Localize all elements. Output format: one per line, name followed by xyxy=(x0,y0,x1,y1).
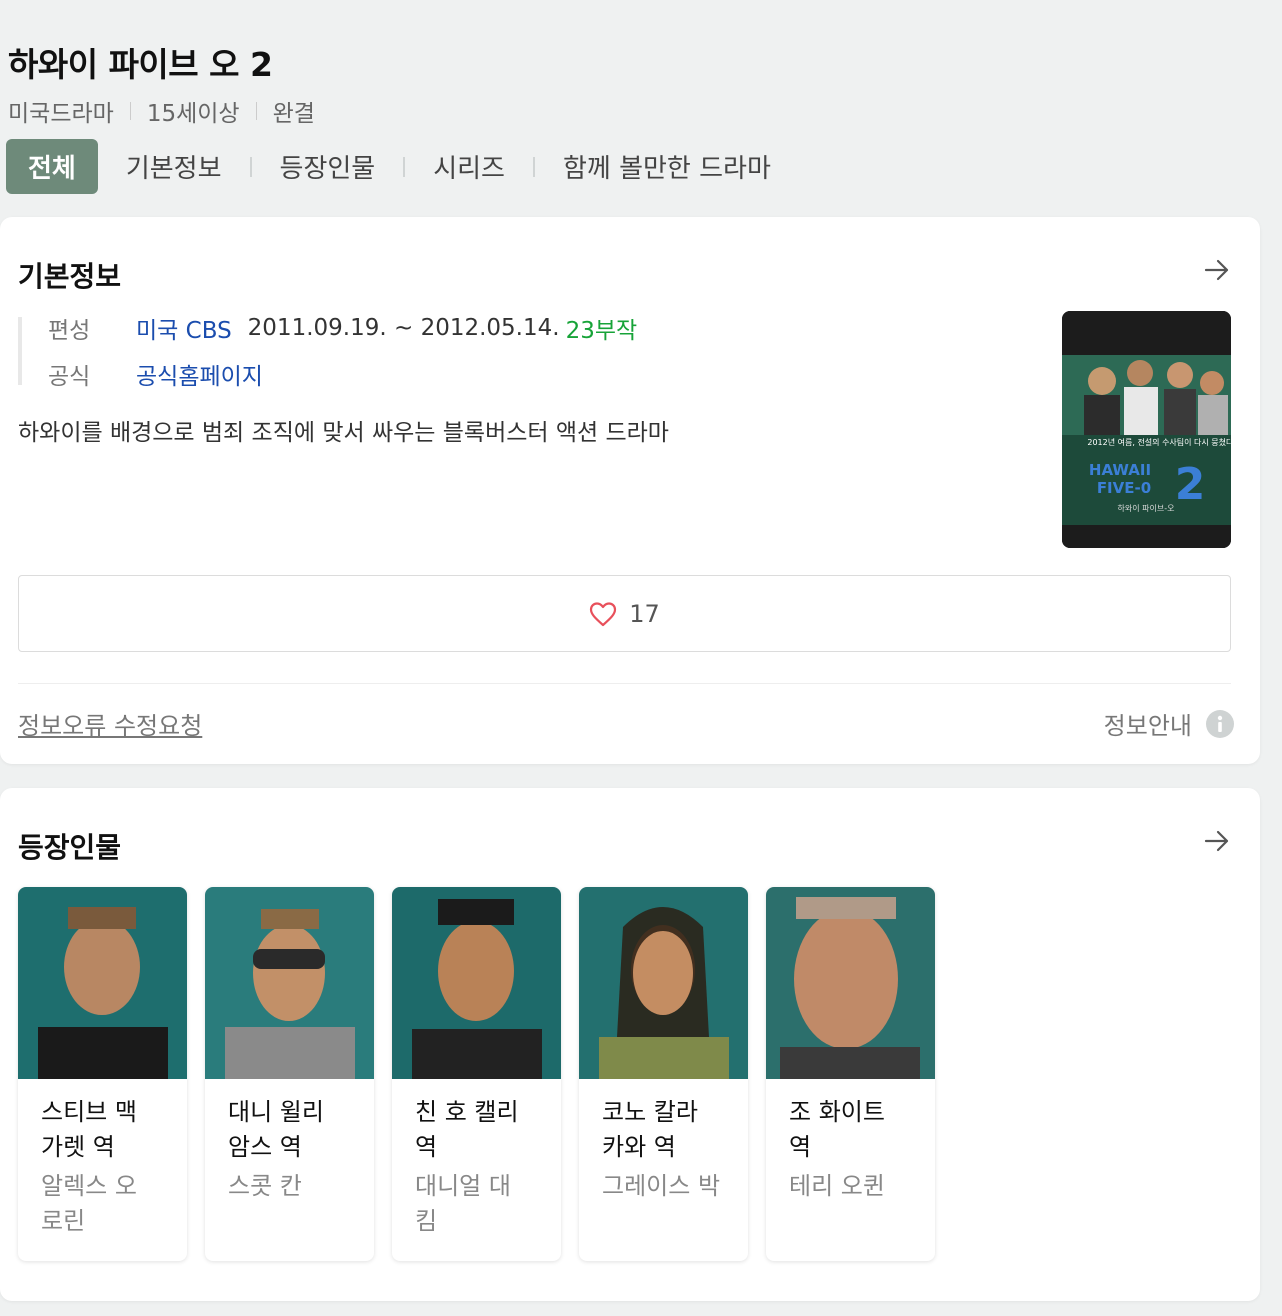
actor-name: 테리 오퀸 xyxy=(789,1172,885,1200)
info-guide-label: 정보안내 xyxy=(1103,712,1192,740)
actor-name: 스콧 칸 xyxy=(228,1172,302,1200)
cast-card: 등장인물 스티브 맥 가렛 역 알렉스 오 로린 대니 윌리 암스 역 스콧 칸… xyxy=(0,788,1260,1301)
basic-info-title: 기본정보 xyxy=(18,260,122,293)
cast-photo xyxy=(392,887,561,1079)
actor-name: 그레이스 박 xyxy=(602,1172,721,1200)
cast-photo xyxy=(18,887,187,1079)
cast-member-card[interactable]: 친 호 캘리 역 대니얼 대 킴 xyxy=(392,887,561,1261)
info-icon xyxy=(1206,709,1234,738)
official-row: 공식 공식홈페이지 xyxy=(48,351,637,397)
role-name: 대니 윌리 암스 역 xyxy=(228,1098,324,1161)
broadcast-row: 편성 미국 CBS 2011.09.19. ~ 2012.05.14. 23부작 xyxy=(48,305,637,351)
tab-bar: 전체 기본정보 등장인물 시리즈 함께 볼만한 드라마 xyxy=(6,139,799,194)
meta-divider xyxy=(255,102,257,120)
arrow-right-icon[interactable] xyxy=(1202,826,1232,856)
actor-name: 알렉스 오 로린 xyxy=(41,1172,137,1235)
cast-member-card[interactable]: 대니 윌리 암스 역 스콧 칸 xyxy=(205,887,374,1261)
cast-member-card[interactable]: 코노 칼라 카와 역 그레이스 박 xyxy=(579,887,748,1261)
arrow-right-icon[interactable] xyxy=(1202,255,1232,285)
cast-member-card[interactable]: 스티브 맥 가렛 역 알렉스 오 로린 xyxy=(18,887,187,1261)
poster-image[interactable]: 2012년 여름, 전설의 수사팀이 다시 뭉쳤다! HAWAII FIVE-0… xyxy=(1062,311,1231,548)
actor-name: 대니얼 대 킴 xyxy=(415,1172,511,1235)
poster-logo-five-o: FIVE-0 xyxy=(1097,479,1151,497)
divider xyxy=(18,683,1231,684)
cast-photo xyxy=(579,887,748,1079)
cast-list: 스티브 맥 가렛 역 알렉스 오 로린 대니 윌리 암스 역 스콧 칸 친 호 … xyxy=(18,887,953,1261)
poster-logo-hawaii: HAWAII xyxy=(1089,461,1151,479)
official-label: 공식 xyxy=(48,364,91,390)
role-name: 코노 칼라 카와 역 xyxy=(602,1098,698,1161)
info-guide-link[interactable]: 정보안내 xyxy=(1104,706,1234,741)
description: 하와이를 배경으로 범죄 조직에 맞서 싸우는 블록버스터 액션 드라마 xyxy=(18,420,669,446)
meta-genre: 미국드라마 xyxy=(8,101,114,127)
report-error-link[interactable]: 정보오류 수정요청 xyxy=(18,706,202,741)
header: 하와이 파이브 오 2 미국드라마 15세이상 완결 전체 기본정보 등장인물 … xyxy=(0,0,1282,210)
like-button[interactable]: 17 xyxy=(18,575,1231,652)
role-name: 친 호 캘리 역 xyxy=(415,1098,519,1161)
tab-cast[interactable]: 등장인물 xyxy=(252,139,404,194)
meta-status: 완결 xyxy=(272,101,315,127)
like-count: 17 xyxy=(629,599,660,628)
page-title: 하와이 파이브 오 2 xyxy=(8,45,273,84)
homepage-link[interactable]: 공식홈페이지 xyxy=(136,357,263,391)
air-dates: 2011.09.19. ~ 2012.05.14. xyxy=(247,315,560,341)
meta-divider xyxy=(129,102,131,120)
broadcaster-link[interactable]: 미국 CBS xyxy=(136,311,232,345)
tab-all[interactable]: 전체 xyxy=(6,139,98,194)
episode-count: 23부작 xyxy=(565,318,638,344)
role-name: 조 화이트 역 xyxy=(789,1098,885,1161)
role-name: 스티브 맥 가렛 역 xyxy=(41,1098,137,1161)
heart-icon xyxy=(590,601,617,626)
broadcast-label: 편성 xyxy=(48,318,91,344)
tab-series[interactable]: 시리즈 xyxy=(405,139,533,194)
info-rows: 편성 미국 CBS 2011.09.19. ~ 2012.05.14. 23부작… xyxy=(18,315,637,390)
poster-subtitle: 하와이 파이브-오 xyxy=(1118,503,1175,513)
basic-info-card: 기본정보 편성 미국 CBS 2011.09.19. ~ 2012.05.14.… xyxy=(0,217,1260,764)
cast-member-card[interactable]: 조 화이트 역 테리 오퀸 xyxy=(766,887,935,1261)
tab-recommended[interactable]: 함께 볼만한 드라마 xyxy=(535,139,799,194)
poster-tagline: 2012년 여름, 전설의 수사팀이 다시 뭉쳤다! xyxy=(1087,437,1231,447)
meta-rating: 15세이상 xyxy=(146,101,240,127)
cast-photo xyxy=(205,887,374,1079)
meta-info: 미국드라마 15세이상 완결 xyxy=(8,94,315,128)
cast-photo xyxy=(766,887,935,1079)
poster-season-number: 2 xyxy=(1175,459,1206,510)
cast-title: 등장인물 xyxy=(18,831,122,864)
tab-basic-info[interactable]: 기본정보 xyxy=(98,139,250,194)
